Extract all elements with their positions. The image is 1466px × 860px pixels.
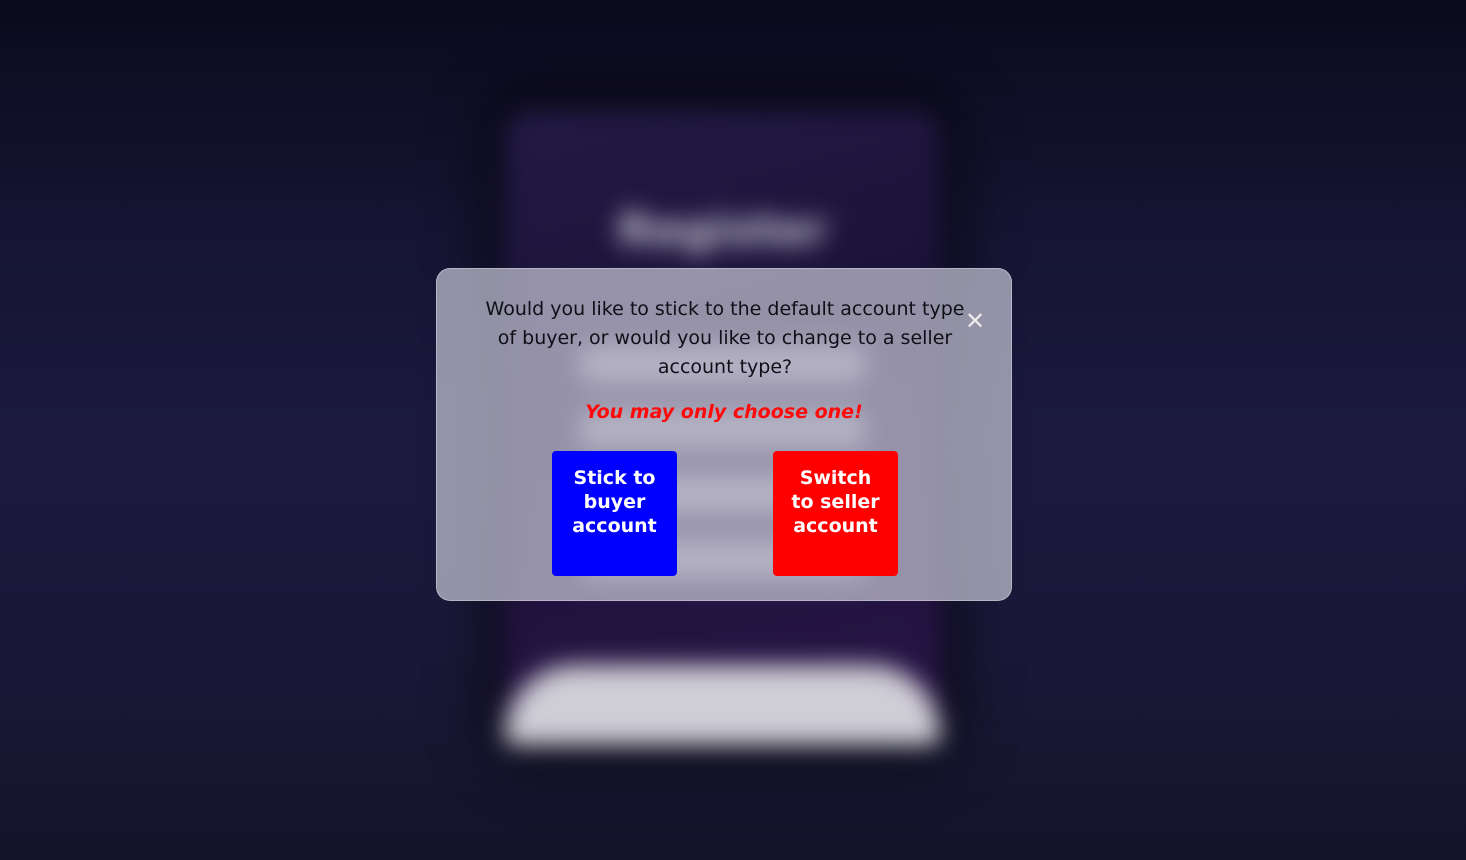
switch-to-seller-button[interactable]: Switch to seller account xyxy=(773,451,898,576)
register-submit-background xyxy=(505,665,940,745)
close-icon[interactable]: ✕ xyxy=(964,308,986,334)
switch-to-seller-button-label: Switch to seller account xyxy=(791,467,880,537)
stick-to-buyer-button-label: Stick to buyer account xyxy=(572,467,657,537)
account-type-modal: Would you like to stick to the default a… xyxy=(436,268,1012,601)
stick-to-buyer-button[interactable]: Stick to buyer account xyxy=(552,451,677,576)
modal-warning: You may only choose one! xyxy=(585,401,863,423)
modal-question: Would you like to stick to the default a… xyxy=(485,298,965,378)
register-title: Register xyxy=(617,205,828,256)
